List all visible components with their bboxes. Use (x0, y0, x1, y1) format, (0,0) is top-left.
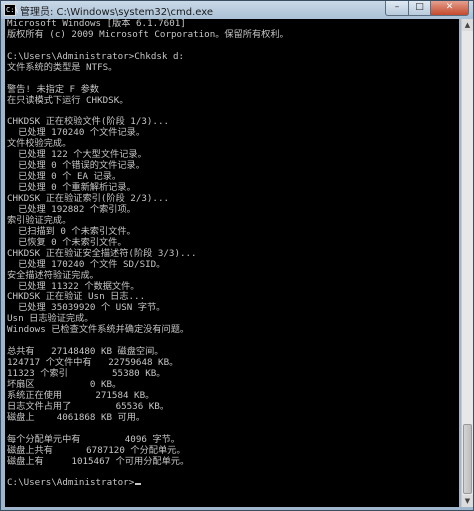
console-line: 已处理 170240 个文件记录。 (7, 127, 146, 139)
console-line: 安全描述符验证完成。 (7, 269, 99, 281)
window-controls: – □ ✕ (385, 1, 469, 16)
console-line: 版权所有 (c) 2009 Microsoft Corporation。保留所有… (7, 28, 289, 40)
console-line: CHKDSK 正在验证安全描述符(阶段 3/3)... (7, 247, 197, 259)
console-line: C:\Users\Administrator> (5, 477, 459, 489)
console-line: 文件系统的类型是 NTFS。 (7, 61, 118, 73)
console-icon[interactable]: C:\ (4, 4, 19, 16)
minimize-button[interactable]: – (385, 1, 409, 16)
scroll-up-arrow-icon[interactable]: ▲ (462, 19, 473, 31)
cmd-window: C:\ 管理员: C:\Windows\system32\cmd.exe – □… (0, 0, 474, 511)
title-bar[interactable]: C:\ 管理员: C:\Windows\system32\cmd.exe – □… (1, 1, 473, 19)
console-output[interactable]: Microsoft Windows [版本 6.1.7601] 版权所有 (c) … (5, 19, 459, 507)
console-line: 磁盘上 4061868 KB 可用。 (7, 411, 146, 423)
console-line: 警告! 未指定 F 参数 (7, 83, 99, 95)
console-line: 每个分配单元中有 4096 字节。 (7, 433, 180, 445)
maximize-button[interactable]: □ (409, 1, 431, 16)
scroll-down-arrow-icon[interactable]: ▼ (462, 495, 473, 507)
console-line: 磁盘上共有 6787120 个分配单元。 (7, 444, 186, 456)
window-title: 管理员: C:\Windows\system32\cmd.exe (20, 6, 214, 18)
vertical-scrollbar[interactable]: ▲ ▼ (461, 19, 473, 507)
console-line: 已处理 192882 个索引项。 (7, 203, 136, 215)
text-cursor (135, 483, 142, 486)
close-button[interactable]: ✕ (431, 1, 469, 16)
console-line: 磁盘上有 1015467 个可用分配单元。 (7, 455, 190, 467)
console-line: Windows 已检查文件系统并确定没有问题。 (7, 324, 190, 336)
scrollbar-thumb[interactable] (463, 424, 472, 494)
console-line: 已处理 170240 个文件 SD/SID。 (7, 258, 166, 270)
console-line: 在只读模式下运行 CHKDSK。 (7, 94, 129, 106)
